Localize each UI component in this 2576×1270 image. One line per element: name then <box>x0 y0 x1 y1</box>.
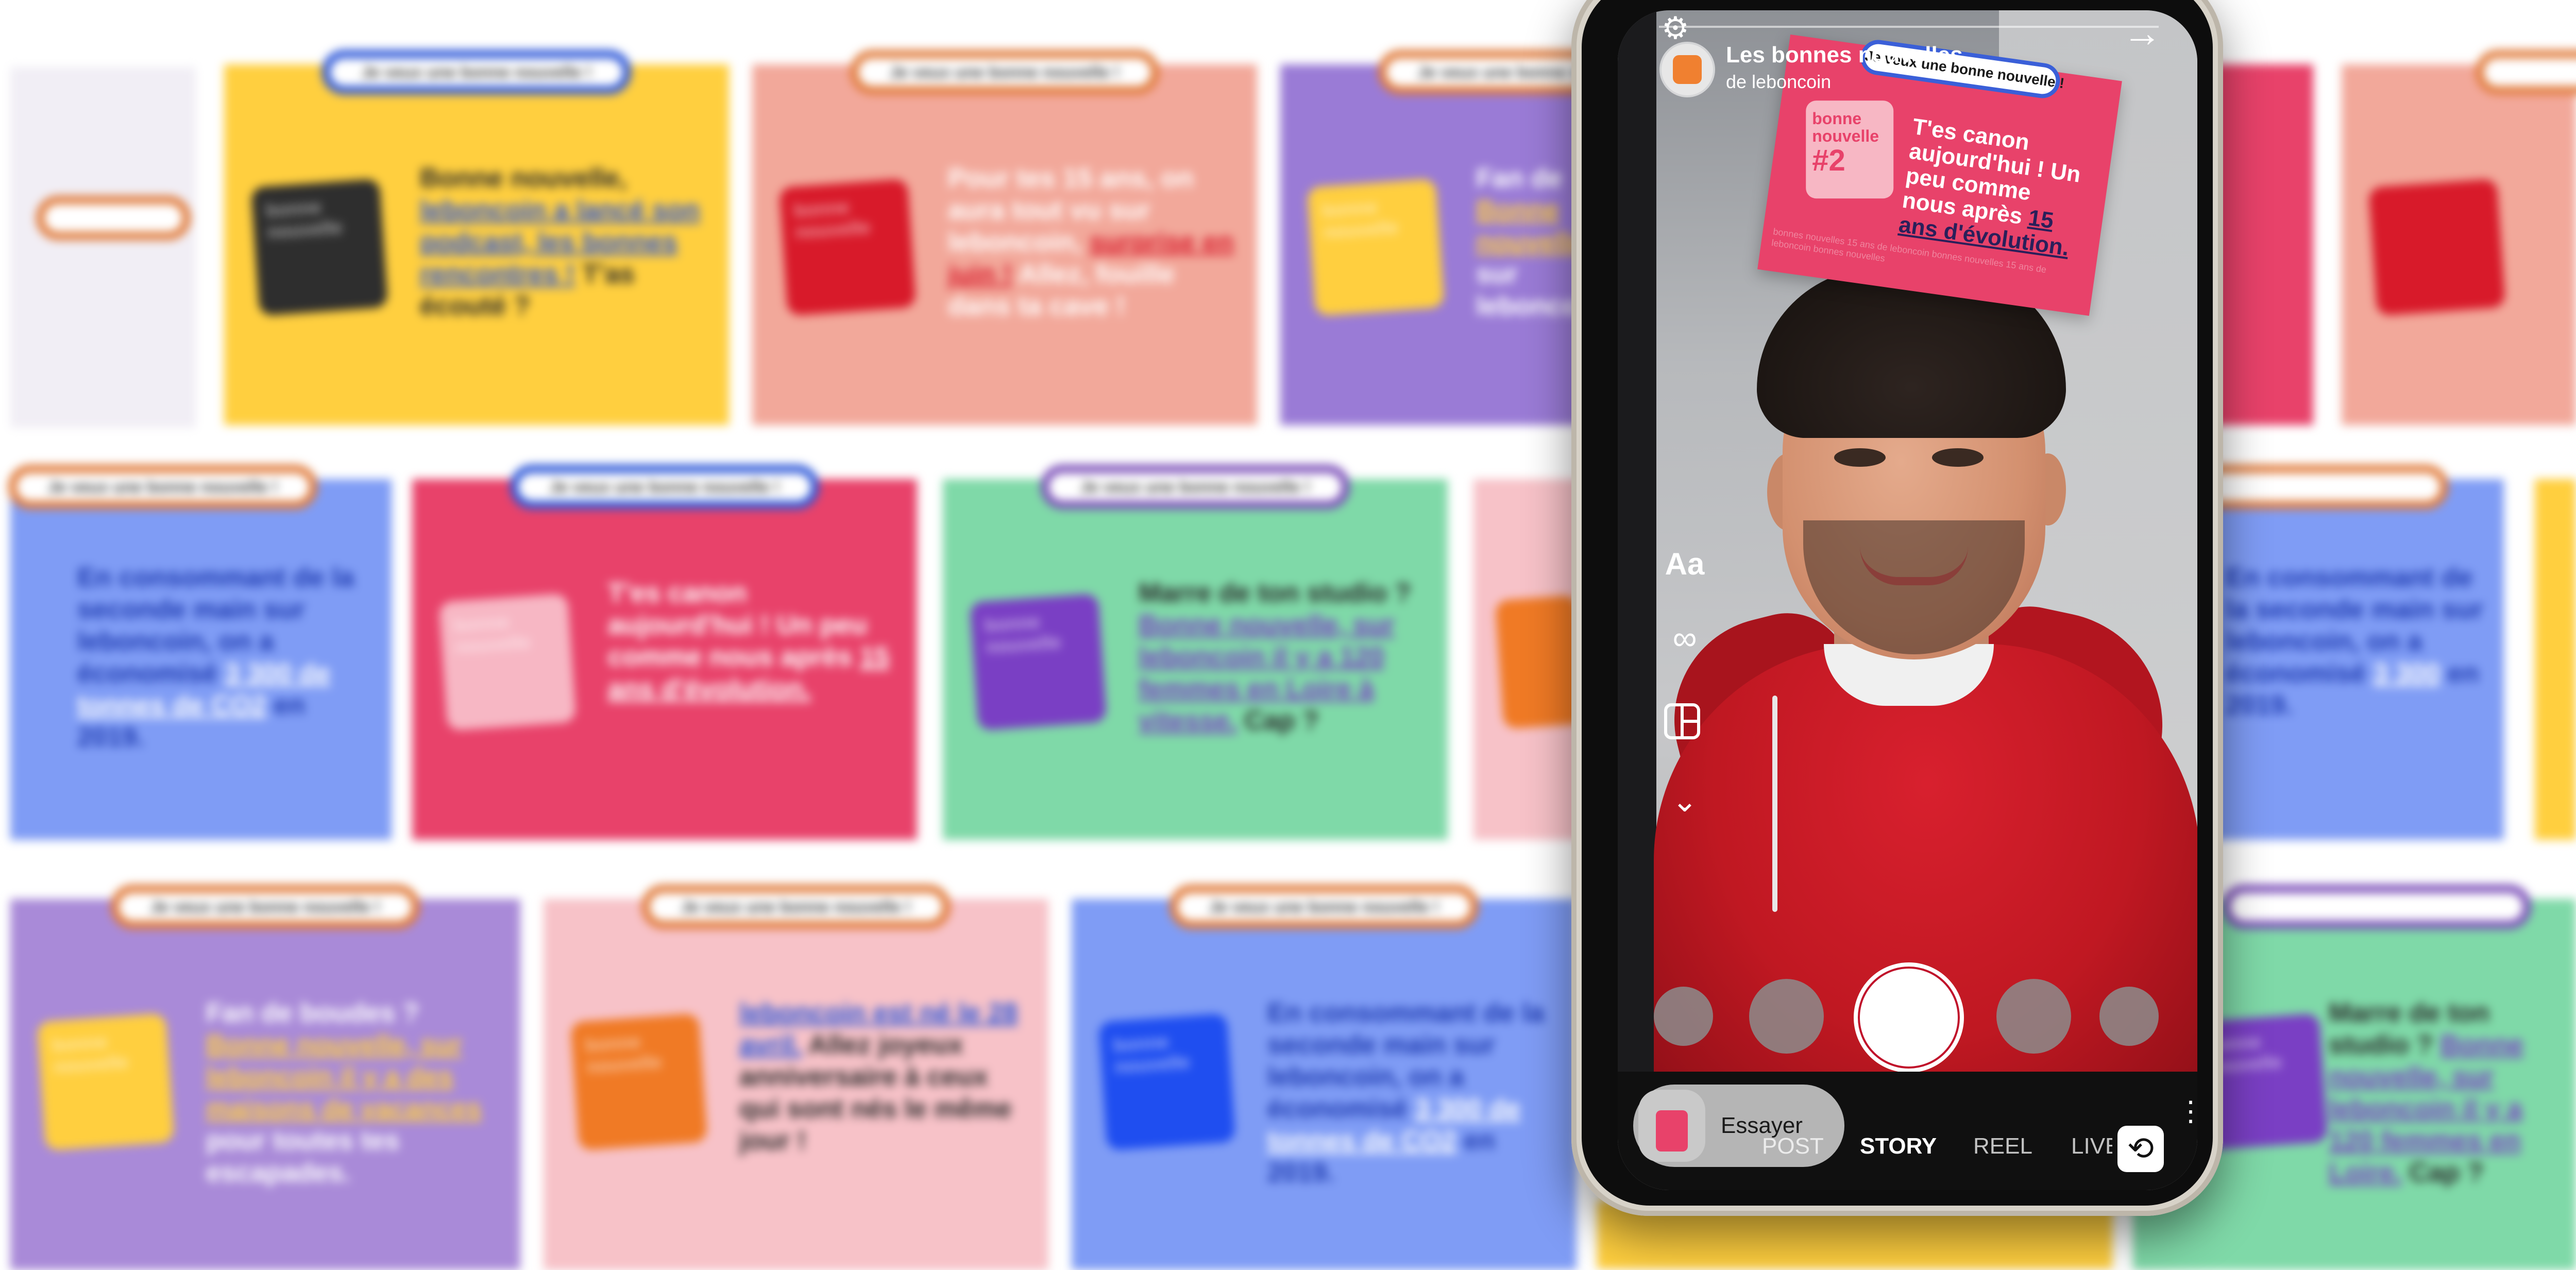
background-card-pill <box>2222 885 2531 929</box>
bonne-nouvelle-sticky: bonne nouvelle <box>570 1013 708 1151</box>
background-card-text: Fan de boudes ? Bonne nouvelle, sur lebo… <box>206 997 500 1189</box>
background-card-6: Je veux une bonne nouvelle ! bonne nouve… <box>943 479 1448 840</box>
background-card-text: Bonne nouvelle, leboncoin a lancé son po… <box>420 162 708 322</box>
boomerang-icon[interactable]: ∞ <box>1664 618 1705 657</box>
effect-creator[interactable]: de leboncoin <box>1726 71 1831 93</box>
effect-preview-thumbnail[interactable] <box>1638 1090 1705 1162</box>
mode-story[interactable]: STORY <box>1860 1133 1937 1159</box>
mode-live[interactable]: LIVE <box>2071 1133 2112 1159</box>
chevron-down-icon[interactable]: ⌄ <box>1664 783 1705 819</box>
story-progress-bar <box>1659 26 2159 28</box>
effect-carousel-item[interactable] <box>1654 987 1713 1046</box>
layout-icon[interactable] <box>1664 703 1700 739</box>
background-card-1: Je veux une bonne nouvelle ! bonne nouve… <box>224 64 729 425</box>
background-card-pill: Je veux une bonne nouvelle ! <box>322 50 631 94</box>
bonne-nouvelle-sticky: bonne nouvelle <box>1307 179 1445 316</box>
flip-camera-icon[interactable]: ⟲ <box>2117 1126 2164 1172</box>
camera-scene-door-frame <box>1618 10 1656 1103</box>
background-card-5: Je veux une bonne nouvelle ! bonne nouve… <box>412 479 917 840</box>
background-card-sliver <box>10 67 196 428</box>
bonne-nouvelle-sticky: bonne nouvelle <box>1098 1013 1236 1151</box>
background-card-text: Marre de ton studio ? Bonne nouvelle, su… <box>2329 997 2555 1189</box>
background-card-pill: Je veux une bonne nouvelle ! <box>111 885 420 929</box>
background-card-2: Je veux une bonne nouvelle ! bonne nouve… <box>752 64 1257 425</box>
capture-shutter-button[interactable] <box>1855 963 1963 1072</box>
background-card-4: Je veux une bonne nouvelle ! En consomma… <box>10 479 392 840</box>
background-card-pill: Je veux une bonne nouvelle ! <box>850 50 1159 94</box>
background-card-14 <box>2535 479 2576 840</box>
settings-gear-icon[interactable]: ⚙ <box>1662 10 1698 46</box>
ar-note-line: bonne <box>1812 110 1887 127</box>
bonne-nouvelle-sticky <box>2368 179 2506 316</box>
hoodie-drawstring <box>1772 696 1777 912</box>
background-card-9: Je veux une bonne nouvelle ! bonne nouve… <box>544 899 1048 1270</box>
leboncoin-logo-icon <box>1673 55 1702 84</box>
mode-reel[interactable]: REEL <box>1973 1133 2032 1159</box>
bonne-nouvelle-sticky: bonne nouvelle <box>779 179 917 316</box>
person-eye <box>1932 448 1984 467</box>
background-card-text: T'es canon aujourd'hui ! Un peu comme no… <box>608 577 896 705</box>
background-card-12 <box>2342 64 2576 425</box>
forward-arrow-icon[interactable]: → <box>2123 13 2162 54</box>
background-card-pill: Je veux une bonne nouvelle ! <box>510 465 819 509</box>
background-card-text: leboncoin est né le 28 avril. Allez joye… <box>739 997 1028 1157</box>
background-card-8: Je veux une bonne nouvelle ! bonne nouve… <box>10 899 520 1270</box>
background-card-pill: Je veux une bonne nouvelle ! <box>8 465 317 509</box>
instagram-camera-screen: bonne nouvelle #2 T'es canon aujourd'hui… <box>1618 10 2197 1190</box>
text-tool-icon[interactable]: Aa <box>1664 546 1705 582</box>
background-card-text: En consommant de la seconde main sur leb… <box>77 562 371 753</box>
mode-post[interactable]: POST <box>1762 1133 1824 1159</box>
phone-bezel: bonne nouvelle #2 T'es canon aujourd'hui… <box>1582 0 2213 1206</box>
smartphone: bonne nouvelle #2 T'es canon aujourd'hui… <box>1571 0 2223 1216</box>
background-card-text: Marre de ton studio ? Bonne nouvelle, su… <box>1139 577 1427 737</box>
background-card-pill: Je veux une bonne nouvelle ! <box>641 885 951 929</box>
person-eye <box>1834 448 1886 467</box>
effect-carousel-item[interactable] <box>2099 987 2159 1046</box>
effect-title[interactable]: Les bonnes nouvelles <box>1726 42 1963 68</box>
bonne-nouvelle-sticky: bonne nouvelle <box>970 594 1107 731</box>
bonne-nouvelle-sticky: bonne nouvelle <box>251 179 388 316</box>
background-card-pill <box>36 196 191 240</box>
background-card-pill: Je veux une bonne nouvelle ! <box>1041 465 1350 509</box>
background-card-text: Pour tes 15 ans, on aura tout vu sur leb… <box>948 162 1236 322</box>
ar-bonne-nouvelle-note: bonne nouvelle #2 <box>1806 100 1893 198</box>
bonne-nouvelle-sticky: bonne nouvelle <box>37 1013 175 1151</box>
background-card-text: En consommant de la seconde main sur leb… <box>2226 562 2483 721</box>
effect-creator-avatar[interactable] <box>1662 44 1713 95</box>
ar-message-text: T'es canon aujourd'hui ! Un peu comme no… <box>1897 114 2098 263</box>
ar-note-number: #2 <box>1812 145 1887 177</box>
background-card-10: Je veux une bonne nouvelle ! bonne nouve… <box>1072 899 1577 1270</box>
effect-carousel-item[interactable] <box>1996 979 2071 1054</box>
ar-note-line: nouvelle <box>1812 127 1887 145</box>
background-card-pill <box>2476 50 2576 94</box>
bonne-nouvelle-sticky: bonne nouvelle <box>439 594 577 731</box>
background-card-pill: Je veux une bonne nouvelle ! <box>1170 885 1479 929</box>
background-card-text: En consommant de la seconde main sur leb… <box>1267 997 1556 1189</box>
more-options-icon[interactable]: ⋮ <box>2177 1097 2187 1125</box>
effect-carousel-item[interactable] <box>1749 979 1824 1054</box>
